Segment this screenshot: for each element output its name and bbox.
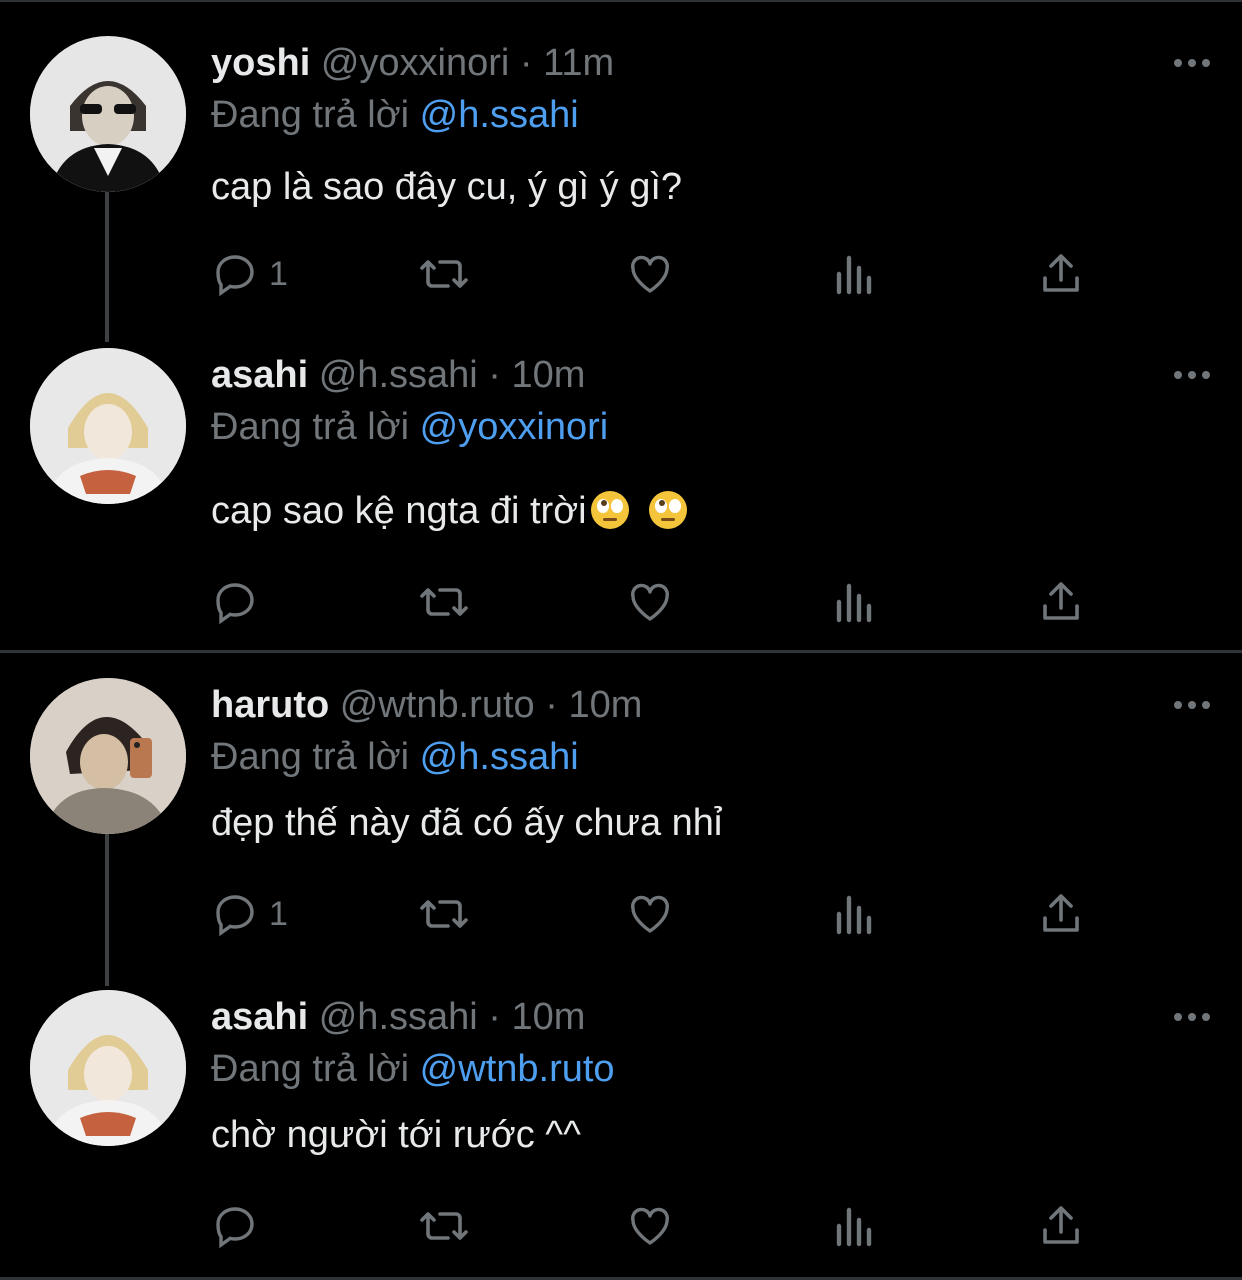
like-icon <box>631 1207 669 1245</box>
more-icon <box>1174 59 1210 67</box>
reply-icon <box>216 1207 254 1249</box>
share-icon <box>1043 1206 1079 1244</box>
separator-dot: · <box>545 684 558 726</box>
author-name[interactable]: asahi <box>211 354 308 396</box>
more-icon <box>1174 1013 1210 1021</box>
author-name[interactable]: haruto <box>211 684 329 726</box>
reply-icon <box>216 895 254 937</box>
timestamp[interactable]: 11m <box>543 42 614 84</box>
separator-dot: · <box>519 42 533 84</box>
views-icon <box>836 583 872 623</box>
reply-button[interactable] <box>211 572 269 632</box>
reply-icon <box>216 583 254 625</box>
asahi-avatar-image <box>30 990 186 1146</box>
replying-to-mention[interactable]: @yoxxinori <box>420 406 609 448</box>
views-icon <box>836 895 872 935</box>
author-handle[interactable]: @wtnb.ruto <box>340 684 535 726</box>
avatar[interactable] <box>30 678 186 834</box>
retweet-icon <box>420 260 468 288</box>
share-button[interactable] <box>1039 1196 1083 1256</box>
share-button[interactable] <box>1039 884 1083 944</box>
tweet-text: cap là sao đây cu, ý gì ý gì? <box>211 166 683 208</box>
retweet-button[interactable] <box>416 572 472 632</box>
reply-button[interactable]: 1 <box>211 244 288 304</box>
timestamp[interactable]: 10m <box>568 684 642 726</box>
more-options-button[interactable] <box>1172 1002 1212 1032</box>
like-button[interactable] <box>625 1196 675 1256</box>
retweet-button[interactable] <box>416 1196 472 1256</box>
timestamp[interactable]: 10m <box>512 354 586 396</box>
tweet-actions: 1 <box>211 244 1111 304</box>
rolling-eyes-emoji-icon <box>649 491 688 529</box>
tweet-actions <box>211 572 1111 632</box>
reply-count: 1 <box>269 894 288 933</box>
tweet-actions: 1 <box>211 884 1111 944</box>
like-icon <box>631 583 669 621</box>
tweet-text: chờ người tới rước ^^ <box>211 1114 581 1156</box>
tweet-text-line: cap sao kệ ngta đi trời <box>211 488 1202 534</box>
asahi-avatar-image <box>30 348 186 504</box>
views-icon <box>836 1207 872 1247</box>
haruto-avatar-image <box>30 678 186 834</box>
replying-to-mention[interactable]: @wtnb.ruto <box>420 1048 615 1090</box>
separator-dot: · <box>488 354 501 396</box>
views-button[interactable] <box>833 572 877 632</box>
reply-icon <box>216 255 254 297</box>
tweet-text: cap sao kệ ngta đi trời <box>211 490 587 532</box>
retweet-button[interactable] <box>416 884 472 944</box>
retweet-icon <box>420 900 468 928</box>
replying-to-mention[interactable]: @h.ssahi <box>420 736 579 778</box>
like-button[interactable] <box>625 884 675 944</box>
share-icon <box>1043 894 1079 932</box>
author-handle[interactable]: @yoxxinori <box>321 42 510 84</box>
views-button[interactable] <box>833 884 877 944</box>
retweet-button[interactable] <box>416 244 472 304</box>
more-icon <box>1174 371 1210 379</box>
author-name[interactable]: yoshi <box>211 42 310 84</box>
like-icon <box>631 895 669 933</box>
like-icon <box>631 255 669 293</box>
retweet-icon <box>420 588 468 616</box>
more-options-button[interactable] <box>1172 48 1212 78</box>
views-icon <box>836 255 872 295</box>
rolling-eyes-emoji-icon <box>590 491 629 529</box>
thread-connector-line <box>105 834 109 986</box>
retweet-icon <box>420 1212 468 1240</box>
reply-button[interactable]: 1 <box>211 884 288 944</box>
author-handle[interactable]: @h.ssahi <box>319 354 478 396</box>
replying-to-mention[interactable]: @h.ssahi <box>420 94 579 136</box>
reply-count: 1 <box>269 254 288 293</box>
share-icon <box>1043 582 1079 620</box>
author-name[interactable]: asahi <box>211 996 308 1038</box>
share-button[interactable] <box>1039 572 1083 632</box>
like-button[interactable] <box>625 244 675 304</box>
replying-to-label: Đang trả lời <box>211 1048 410 1090</box>
share-icon <box>1043 254 1079 292</box>
views-button[interactable] <box>833 244 877 304</box>
replying-to-label: Đang trả lời <box>211 736 410 778</box>
top-divider <box>0 0 1242 2</box>
tweet-actions <box>211 1196 1111 1256</box>
more-options-button[interactable] <box>1172 360 1212 390</box>
share-button[interactable] <box>1039 244 1083 304</box>
reply-button[interactable] <box>211 1196 269 1256</box>
avatar[interactable] <box>30 348 186 504</box>
timestamp[interactable]: 10m <box>512 996 586 1038</box>
thread-connector-line <box>105 190 109 342</box>
replying-to-label: Đang trả lời <box>211 406 410 448</box>
yoshi-avatar-image <box>30 36 186 192</box>
replying-to-label: Đang trả lời <box>211 94 410 136</box>
avatar[interactable] <box>30 990 186 1146</box>
thread-divider <box>0 650 1242 653</box>
separator-dot: · <box>488 996 501 1038</box>
more-options-button[interactable] <box>1172 690 1212 720</box>
avatar[interactable] <box>30 36 186 192</box>
author-handle[interactable]: @h.ssahi <box>319 996 478 1038</box>
like-button[interactable] <box>625 572 675 632</box>
views-button[interactable] <box>833 1196 877 1256</box>
tweet-text: đẹp thế này đã có ấy chưa nhỉ <box>211 802 723 844</box>
more-icon <box>1174 701 1210 709</box>
